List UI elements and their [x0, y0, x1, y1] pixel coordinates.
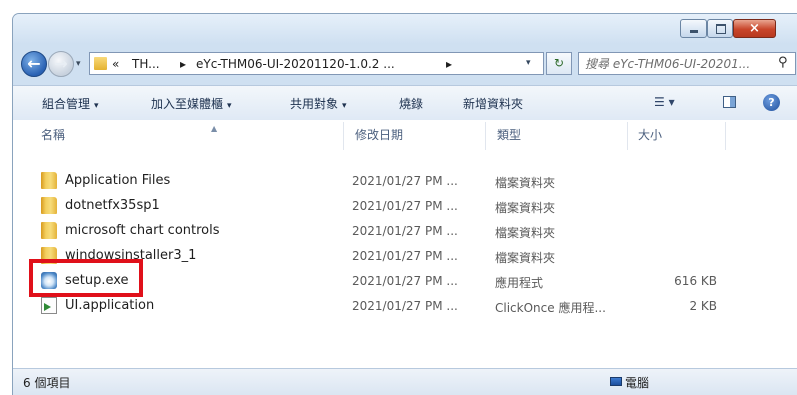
- column-header-modified[interactable]: 修改日期: [355, 126, 403, 143]
- organize-label: 組合管理: [42, 97, 91, 111]
- share-label: 共用對象: [290, 97, 339, 111]
- breadcrumb-current[interactable]: eYc-THM06-UI-20201120-1.0.2 ...: [196, 57, 395, 71]
- column-divider[interactable]: [725, 122, 726, 150]
- file-type: ClickOnce 應用程...: [495, 301, 606, 315]
- file-size: 616 KB: [674, 274, 717, 288]
- computer-icon: [610, 377, 622, 386]
- file-size: 2 KB: [689, 299, 717, 313]
- file-type: 檔案資料夾: [495, 201, 556, 215]
- chevron-down-icon: ▾: [94, 101, 99, 111]
- search-icon[interactable]: ⚲: [778, 55, 788, 70]
- column-divider[interactable]: [485, 122, 486, 150]
- explorer-window: × ← → ▾ « TH... ▸ eYc-THM06-UI-20201120-…: [12, 13, 797, 395]
- breadcrumb-parent[interactable]: TH...: [132, 57, 160, 71]
- change-view-button[interactable]: ☰ ▾: [654, 95, 675, 109]
- organize-button[interactable]: 組合管理 ▾: [42, 95, 99, 112]
- maximize-icon: [716, 24, 726, 34]
- forward-button[interactable]: →: [48, 51, 74, 77]
- add-to-library-label: 加入至媒體櫃: [151, 97, 224, 111]
- address-row: ← → ▾ « TH... ▸ eYc-THM06-UI-20201120-1.…: [13, 44, 797, 80]
- file-date: 2021/01/27 PM ...: [352, 274, 458, 288]
- file-date: 2021/01/27 PM ...: [352, 249, 458, 263]
- recent-pages-dropdown[interactable]: ▾: [76, 59, 81, 69]
- address-bar[interactable]: « TH... ▸ eYc-THM06-UI-20201120-1.0.2 ..…: [89, 52, 544, 75]
- breadcrumb-separator-end[interactable]: ▸: [446, 57, 452, 71]
- file-row[interactable]: microsoft chart controls 2021/01/27 PM .…: [13, 219, 797, 244]
- column-divider[interactable]: [627, 122, 628, 150]
- column-divider[interactable]: [343, 122, 344, 150]
- folder-icon: [41, 222, 57, 239]
- column-header-name[interactable]: 名稱 ▲: [41, 124, 217, 143]
- column-header-type[interactable]: 類型: [497, 126, 521, 143]
- file-type: 檔案資料夾: [495, 226, 556, 240]
- chevron-down-icon: ▾: [668, 95, 675, 109]
- address-dropdown[interactable]: ▾: [526, 58, 531, 68]
- back-arrow-icon: ←: [27, 54, 41, 73]
- add-to-library-button[interactable]: 加入至媒體櫃 ▾: [151, 95, 232, 112]
- file-name: Application Files: [65, 173, 171, 188]
- burn-button[interactable]: 燒錄: [399, 95, 423, 112]
- file-list: 名稱 ▲ 修改日期 類型 大小 Application Files 2021/01…: [13, 120, 797, 368]
- clickonce-app-icon: [41, 297, 57, 314]
- sort-up-icon: ▲: [211, 124, 218, 133]
- minimize-icon: [690, 30, 698, 33]
- share-button[interactable]: 共用對象 ▾: [290, 95, 347, 112]
- back-button[interactable]: ←: [21, 51, 47, 77]
- forward-arrow-icon: →: [54, 54, 68, 73]
- file-type: 檔案資料夾: [495, 251, 556, 265]
- column-name-label: 名稱: [41, 128, 66, 142]
- status-bar: 6 個項目 電腦: [13, 368, 797, 395]
- preview-pane-button[interactable]: [723, 96, 736, 108]
- breadcrumb-separator[interactable]: ▸: [180, 57, 186, 71]
- view-list-icon: ☰: [654, 95, 665, 109]
- highlight-box: [29, 259, 143, 297]
- search-input[interactable]: [585, 55, 771, 72]
- file-date: 2021/01/27 PM ...: [352, 299, 458, 313]
- command-bar: 組合管理 ▾ 加入至媒體櫃 ▾ 共用對象 ▾ 燒錄 新增資料夾 ☰ ▾ ?: [13, 85, 797, 121]
- file-name: microsoft chart controls: [65, 223, 220, 238]
- title-bar: ×: [13, 14, 797, 44]
- folder-icon: [94, 57, 107, 70]
- item-count: 6 個項目: [23, 376, 71, 390]
- file-row[interactable]: dotnetfx35sp1 2021/01/27 PM ... 檔案資料夾: [13, 194, 797, 219]
- file-date: 2021/01/27 PM ...: [352, 174, 458, 188]
- folder-icon: [41, 172, 57, 189]
- file-row[interactable]: UI.application 2021/01/27 PM ... ClickOn…: [13, 294, 797, 319]
- help-button[interactable]: ?: [763, 94, 780, 111]
- close-button[interactable]: ×: [733, 19, 776, 38]
- refresh-icon: ↻: [553, 56, 565, 70]
- file-date: 2021/01/27 PM ...: [352, 224, 458, 238]
- preview-pane-icon: [730, 97, 735, 107]
- new-folder-button[interactable]: 新增資料夾: [463, 95, 523, 112]
- maximize-button[interactable]: [707, 19, 733, 38]
- file-name: UI.application: [65, 298, 155, 313]
- folder-icon: [41, 197, 57, 214]
- column-header-size[interactable]: 大小: [638, 126, 662, 143]
- file-row[interactable]: Application Files 2021/01/27 PM ... 檔案資料…: [13, 169, 797, 194]
- chevron-down-icon: ▾: [342, 101, 347, 111]
- file-type: 檔案資料夾: [495, 176, 556, 190]
- location-label: 電腦: [625, 376, 650, 390]
- file-type: 應用程式: [495, 276, 544, 290]
- chevron-down-icon: ▾: [227, 101, 232, 111]
- breadcrumb-overflow[interactable]: «: [112, 57, 119, 71]
- file-date: 2021/01/27 PM ...: [352, 199, 458, 213]
- close-icon: ×: [749, 21, 760, 36]
- file-name: dotnetfx35sp1: [65, 198, 160, 213]
- search-box[interactable]: ⚲: [578, 52, 796, 75]
- minimize-button[interactable]: [680, 19, 707, 38]
- refresh-button[interactable]: ↻: [546, 52, 572, 75]
